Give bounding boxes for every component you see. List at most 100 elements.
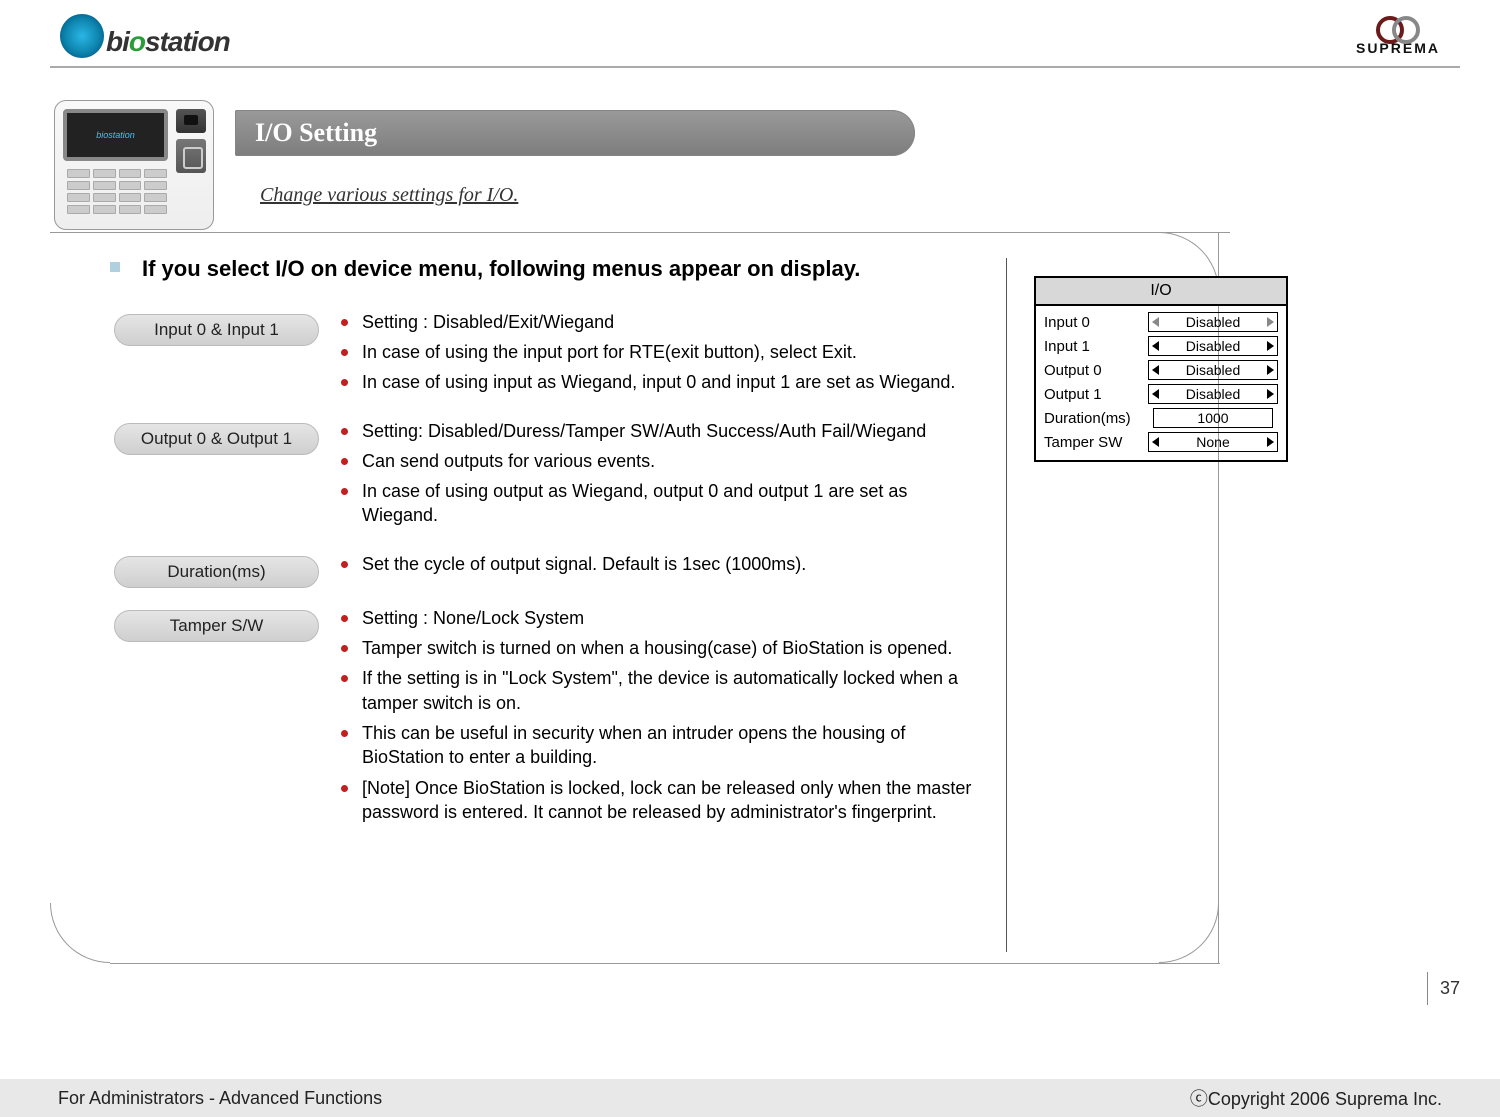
- io-selector-output0[interactable]: Disabled: [1148, 360, 1278, 380]
- red-bullet-icon: [341, 645, 348, 652]
- red-bullet-icon: [341, 785, 348, 792]
- panel-corner: [50, 903, 110, 963]
- io-screen-mockup: I/O Input 0 Disabled Input 1 Disabled Ou…: [1034, 276, 1288, 462]
- io-value: Disabled: [1186, 314, 1240, 330]
- page-number: 37: [1427, 972, 1460, 1005]
- bullet-text: Setting: Disabled/Duress/Tamper SW/Auth …: [362, 419, 926, 443]
- io-selector-output1[interactable]: Disabled: [1148, 384, 1278, 404]
- bullets-duration: Set the cycle of output signal. Default …: [341, 552, 980, 588]
- red-bullet-icon: [341, 379, 348, 386]
- io-panel-body: Input 0 Disabled Input 1 Disabled Output…: [1036, 306, 1286, 460]
- section-duration: Duration(ms) Set the cycle of output sig…: [114, 552, 980, 588]
- page-number-value: 37: [1440, 978, 1460, 998]
- main-heading-text: If you select I/O on device menu, follow…: [142, 254, 860, 284]
- pill-output: Output 0 & Output 1: [114, 423, 319, 455]
- red-bullet-icon: [341, 488, 348, 495]
- io-row-output0: Output 0 Disabled: [1044, 360, 1278, 380]
- biostation-swirl-icon: [60, 14, 104, 58]
- io-value: 1000: [1197, 410, 1228, 426]
- pill-tamper: Tamper S/W: [114, 610, 319, 642]
- section-tamper: Tamper S/W Setting : None/Lock System Ta…: [114, 606, 980, 830]
- device-screen-text: biostation: [96, 130, 135, 140]
- device-camera-icon: [176, 109, 206, 133]
- panel-border: [50, 232, 1230, 233]
- arrow-right-icon[interactable]: [1267, 389, 1274, 399]
- io-value: Disabled: [1186, 338, 1240, 354]
- io-value: Disabled: [1186, 386, 1240, 402]
- io-selector-input1[interactable]: Disabled: [1148, 336, 1278, 356]
- io-selector-tamper[interactable]: None: [1148, 432, 1278, 452]
- io-value: Disabled: [1186, 362, 1240, 378]
- red-bullet-icon: [341, 615, 348, 622]
- io-row-input1: Input 1 Disabled: [1044, 336, 1278, 356]
- bullet-text: If the setting is in "Lock System", the …: [362, 666, 980, 715]
- bullet-text: Set the cycle of output signal. Default …: [362, 552, 806, 576]
- suprema-infinity-icon: [1376, 16, 1420, 38]
- page-title: I/O Setting: [255, 118, 377, 148]
- page-subtitle: Change various settings for I/O.: [260, 184, 518, 207]
- bullet-text: Tamper switch is turned on when a housin…: [362, 636, 952, 660]
- biostation-logo: biostation: [60, 14, 230, 58]
- logo-text-green: o: [129, 26, 145, 57]
- bullet-text: Can send outputs for various events.: [362, 449, 655, 473]
- io-label: Input 0: [1044, 314, 1142, 331]
- io-panel-title: I/O: [1036, 278, 1286, 306]
- io-row-duration: Duration(ms) 1000: [1044, 408, 1278, 428]
- biostation-logo-text: biostation: [106, 26, 230, 58]
- device-screen: biostation: [63, 109, 168, 161]
- section-input: Input 0 & Input 1 Setting : Disabled/Exi…: [114, 310, 980, 401]
- panel-border: [110, 963, 1220, 964]
- bullet-text: In case of using the input port for RTE(…: [362, 340, 857, 364]
- suprema-logo-text: SUPREMA: [1356, 40, 1440, 56]
- io-label: Duration(ms): [1044, 410, 1142, 427]
- io-label: Output 1: [1044, 386, 1142, 403]
- square-bullet-icon: [110, 262, 120, 272]
- red-bullet-icon: [341, 428, 348, 435]
- page-title-band: I/O Setting: [235, 110, 915, 156]
- arrow-left-icon[interactable]: [1152, 317, 1159, 327]
- bullet-text: This can be useful in security when an i…: [362, 721, 980, 770]
- arrow-left-icon[interactable]: [1152, 341, 1159, 351]
- io-label: Tamper SW: [1044, 434, 1142, 451]
- io-value: None: [1196, 434, 1229, 450]
- bullets-tamper: Setting : None/Lock System Tamper switch…: [341, 606, 980, 830]
- io-row-input0: Input 0 Disabled: [1044, 312, 1278, 332]
- device-fingerprint-icon: [176, 139, 206, 173]
- vertical-divider: [1006, 258, 1007, 952]
- arrow-left-icon[interactable]: [1152, 389, 1159, 399]
- arrow-right-icon[interactable]: [1267, 365, 1274, 375]
- io-row-tamper: Tamper SW None: [1044, 432, 1278, 452]
- suprema-logo: SUPREMA: [1356, 16, 1440, 56]
- red-bullet-icon: [341, 349, 348, 356]
- device-keypad: [67, 169, 167, 214]
- main-heading-row: If you select I/O on device menu, follow…: [110, 254, 980, 284]
- bullet-text: Setting : Disabled/Exit/Wiegand: [362, 310, 614, 334]
- header-divider: [50, 66, 1460, 68]
- page-header: biostation SUPREMA: [0, 0, 1500, 66]
- io-label: Input 1: [1044, 338, 1142, 355]
- red-bullet-icon: [341, 730, 348, 737]
- arrow-left-icon[interactable]: [1152, 437, 1159, 447]
- io-selector-input0[interactable]: Disabled: [1148, 312, 1278, 332]
- pill-duration: Duration(ms): [114, 556, 319, 588]
- red-bullet-icon: [341, 458, 348, 465]
- arrow-right-icon[interactable]: [1267, 317, 1274, 327]
- logo-text-suffix: station: [145, 26, 230, 57]
- arrow-left-icon[interactable]: [1152, 365, 1159, 375]
- red-bullet-icon: [341, 561, 348, 568]
- device-illustration: biostation: [54, 100, 214, 230]
- bullets-output: Setting: Disabled/Duress/Tamper SW/Auth …: [341, 419, 980, 534]
- logo-text-prefix: bi: [106, 26, 129, 57]
- arrow-right-icon[interactable]: [1267, 341, 1274, 351]
- bullet-text: Setting : None/Lock System: [362, 606, 584, 630]
- bullet-text: In case of using input as Wiegand, input…: [362, 370, 955, 394]
- io-label: Output 0: [1044, 362, 1142, 379]
- bullet-text: [Note] Once BioStation is locked, lock c…: [362, 776, 980, 825]
- arrow-right-icon[interactable]: [1267, 437, 1274, 447]
- io-number-duration[interactable]: 1000: [1153, 408, 1273, 428]
- io-row-output1: Output 1 Disabled: [1044, 384, 1278, 404]
- section-output: Output 0 & Output 1 Setting: Disabled/Du…: [114, 419, 980, 534]
- bullet-text: In case of using output as Wiegand, outp…: [362, 479, 980, 528]
- footer-right: ⓒCopyright 2006 Suprema Inc.: [1190, 1085, 1442, 1111]
- red-bullet-icon: [341, 675, 348, 682]
